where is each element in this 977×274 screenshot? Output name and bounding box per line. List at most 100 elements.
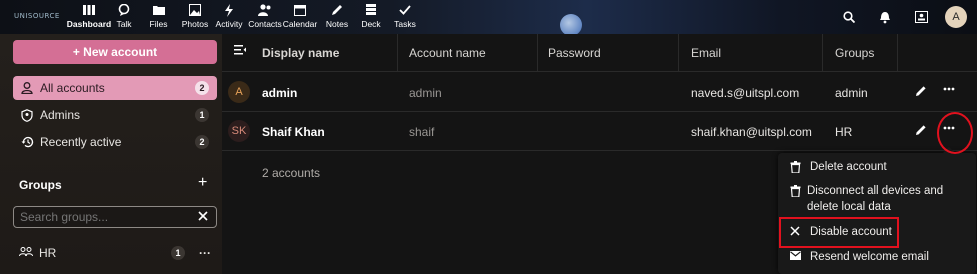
app-deck[interactable]: Deck <box>355 0 387 34</box>
count-badge: 1 <box>171 246 185 260</box>
menu-item-disconnect-devices[interactable]: Disconnect all devices and delete local … <box>778 183 976 215</box>
search-groups-input[interactable] <box>13 206 217 228</box>
app-calendar[interactable]: Calendar <box>281 0 319 34</box>
group-label: HR <box>39 246 57 260</box>
tasks-icon <box>399 3 411 17</box>
sidebar: + New account All accounts 2 Admins 1 Re… <box>0 34 222 274</box>
app-tasks[interactable]: Tasks <box>387 0 423 34</box>
header-display-name[interactable]: Display name <box>262 46 339 60</box>
header-groups: Groups <box>835 46 875 60</box>
photos-icon <box>189 3 201 17</box>
group-icon <box>19 246 33 261</box>
app-talk[interactable]: Talk <box>112 0 136 34</box>
account-actions-menu: Delete account Disconnect all devices an… <box>778 147 976 274</box>
trash-icon <box>790 161 804 173</box>
trash-icon <box>790 185 801 197</box>
shield-account-icon <box>21 108 35 122</box>
avatar[interactable]: SK <box>228 120 250 142</box>
account-name-cell: admin <box>409 86 442 100</box>
app-contacts[interactable]: Contacts <box>248 0 282 34</box>
count-badge: 1 <box>195 108 209 122</box>
app-dashboard[interactable]: Dashboard <box>66 0 112 34</box>
history-icon <box>21 136 35 148</box>
app-activity[interactable]: Activity <box>209 0 249 34</box>
add-group-button[interactable]: + <box>198 174 207 192</box>
sidebar-item-recently-active[interactable]: Recently active 2 <box>13 130 217 154</box>
app-label: Deck <box>361 19 381 29</box>
new-account-button[interactable]: + New account <box>13 40 217 64</box>
toggle-sidebar-icon[interactable] <box>234 44 246 59</box>
contacts-icon <box>258 3 272 17</box>
header-right: A <box>831 0 977 34</box>
more-actions-button[interactable] <box>943 83 955 98</box>
top-bar: UNISOURCE Dashboard Talk Files Photos Ac… <box>0 0 977 36</box>
column-divider <box>822 34 823 72</box>
column-divider <box>397 34 398 72</box>
edit-icon[interactable] <box>915 85 927 100</box>
edit-icon[interactable] <box>915 124 927 139</box>
groups-heading: Groups <box>19 178 62 192</box>
app-label: Talk <box>116 19 132 29</box>
app-menu: Dashboard Talk Files Photos Activity Con… <box>66 0 423 34</box>
display-name-cell: Shaif Khan <box>262 125 325 139</box>
count-badge: 2 <box>195 135 209 149</box>
talk-icon <box>118 3 130 17</box>
sidebar-item-admins[interactable]: Admins 1 <box>13 103 217 127</box>
app-label: Contacts <box>248 19 282 29</box>
sidebar-item-label: Recently active <box>40 135 122 149</box>
app-files[interactable]: Files <box>136 0 181 34</box>
user-avatar[interactable]: A <box>945 6 967 28</box>
app-label: Dashboard <box>66 19 112 29</box>
header-password: Password <box>548 46 601 60</box>
email-icon <box>790 251 804 260</box>
column-divider <box>537 34 538 72</box>
app-label: Calendar <box>282 19 318 29</box>
header-email: Email <box>691 46 722 60</box>
menu-item-label: Delete account <box>810 161 887 173</box>
table-row: A admin admin naved.s@uitspl.com admin <box>222 73 977 112</box>
menu-item-delete-account[interactable]: Delete account <box>778 159 976 175</box>
notes-icon <box>331 3 343 17</box>
column-divider <box>897 34 898 72</box>
app-notes[interactable]: Notes <box>319 0 355 34</box>
deck-icon <box>365 3 377 17</box>
menu-item-label: Resend welcome email <box>810 251 929 263</box>
header-account-name[interactable]: Account name <box>409 46 486 60</box>
contacts-menu-icon[interactable] <box>903 11 939 23</box>
app-label: Photos <box>181 19 209 29</box>
menu-item-resend-welcome-email[interactable]: Resend welcome email <box>778 249 976 265</box>
groups-cell: HR <box>835 125 853 139</box>
app-photos[interactable]: Photos <box>181 0 209 34</box>
highlight-circle <box>937 112 973 154</box>
count-badge: 2 <box>195 81 209 95</box>
group-more-button[interactable]: ··· <box>199 246 211 260</box>
dashboard-icon <box>83 3 95 17</box>
menu-item-label: Disconnect all devices and delete local … <box>807 185 944 213</box>
app-label: Files <box>149 19 168 29</box>
table-row: SK Shaif Khan shaif shaif.khan@uitspl.co… <box>222 112 977 151</box>
files-icon <box>152 3 165 17</box>
app-label: Activity <box>215 19 243 29</box>
sidebar-item-label: Admins <box>40 108 81 122</box>
email-cell: naved.s@uitspl.com <box>691 86 800 100</box>
search-icon[interactable] <box>831 11 867 23</box>
groups-cell: admin <box>835 86 868 100</box>
header-background-moon <box>560 14 582 36</box>
avatar[interactable]: A <box>228 81 250 103</box>
account-name-cell: shaif <box>409 125 435 139</box>
app-logo[interactable]: UNISOURCE <box>14 12 60 20</box>
app-label: Tasks <box>394 19 416 29</box>
sidebar-item-label: All accounts <box>40 81 105 95</box>
app-label: Notes <box>325 19 349 29</box>
account-icon <box>21 82 35 94</box>
column-divider <box>678 34 679 72</box>
sidebar-group-hr[interactable]: HR 1 ··· <box>13 242 217 264</box>
close-icon[interactable] <box>198 209 208 224</box>
sidebar-item-all-accounts[interactable]: All accounts 2 <box>13 76 217 100</box>
highlight-rectangle <box>779 217 899 248</box>
display-name-cell: admin <box>262 86 298 100</box>
calendar-icon <box>294 3 306 17</box>
accounts-count: 2 accounts <box>262 166 321 180</box>
email-cell: shaif.khan@uitspl.com <box>691 125 812 139</box>
notifications-icon[interactable] <box>867 11 903 24</box>
